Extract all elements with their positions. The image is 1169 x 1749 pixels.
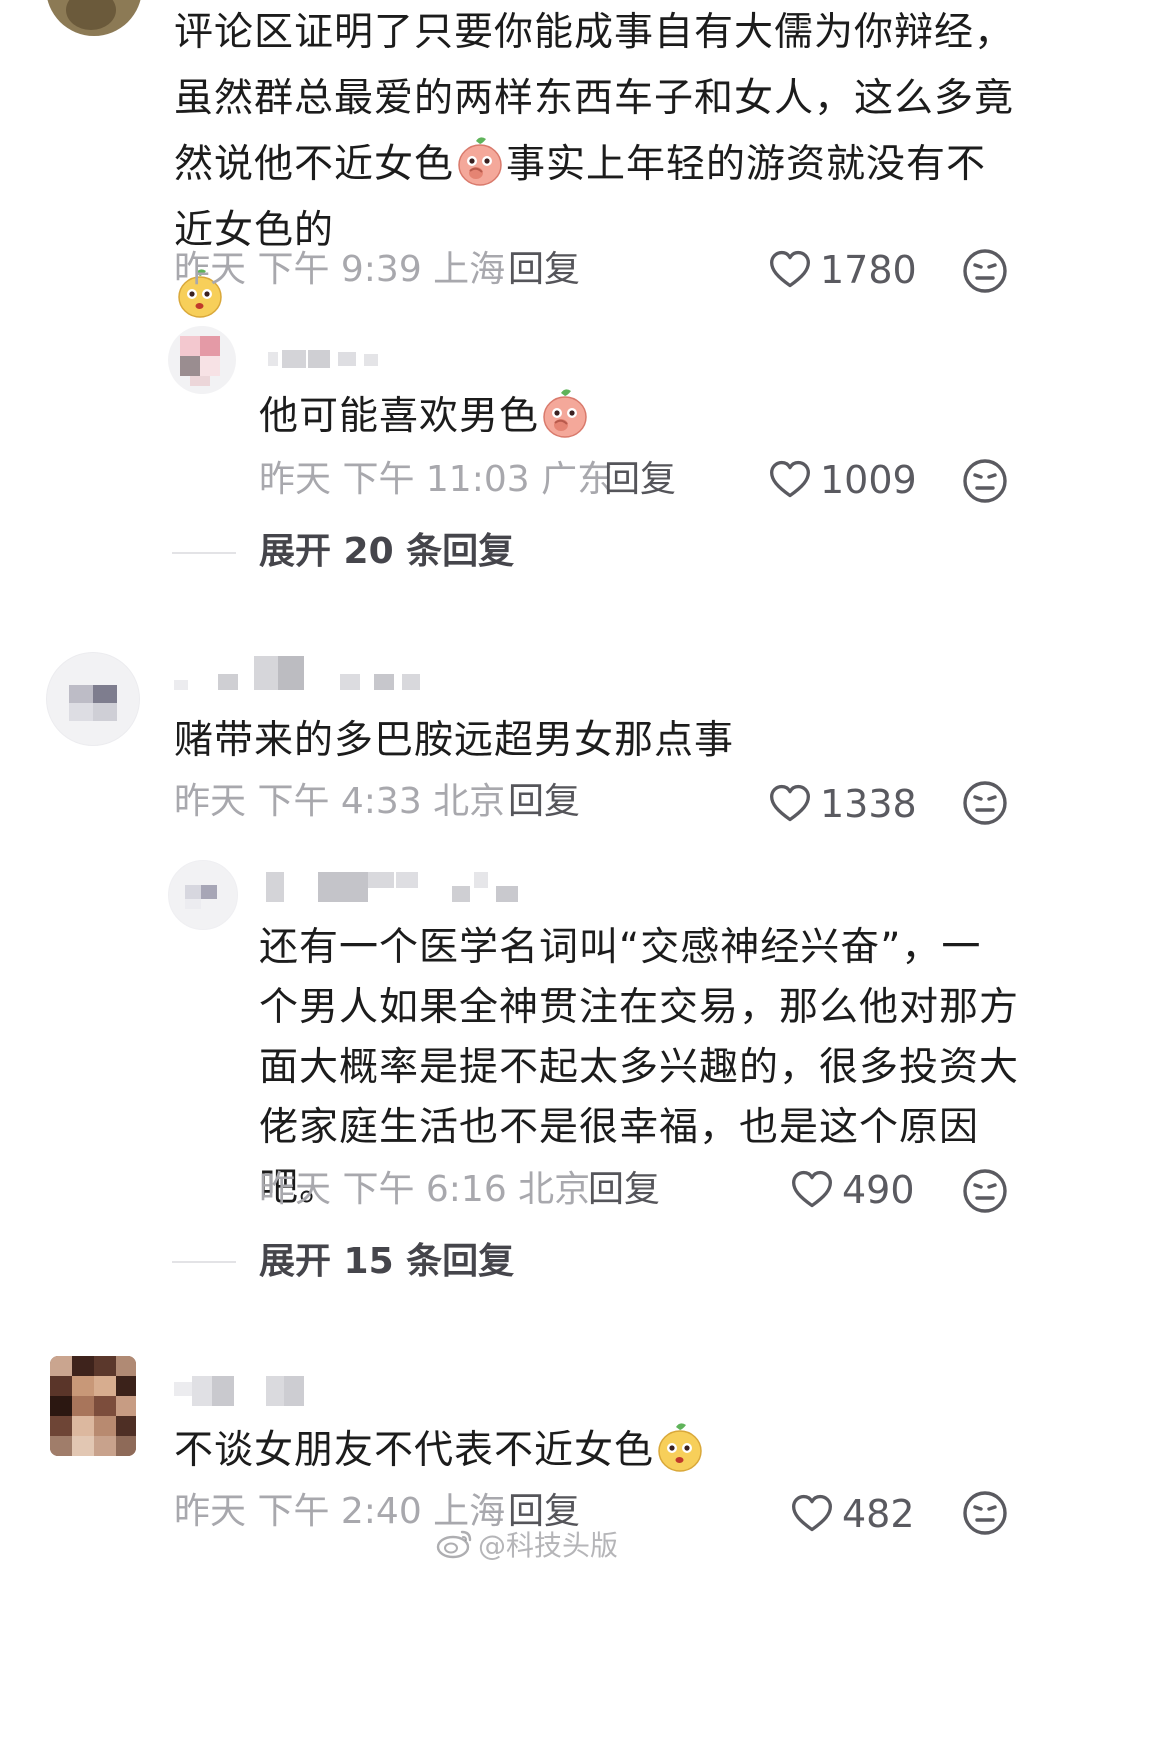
meh-face-icon[interactable] xyxy=(962,248,1008,294)
username-blurred[interactable] xyxy=(174,1372,304,1410)
reply-text: 他可能喜欢男色 xyxy=(259,384,1019,450)
like-button[interactable]: 1338 xyxy=(768,780,917,828)
yellow-peach-emoji xyxy=(656,1421,704,1473)
reply-meta: 昨天 下午 6:16 北京 xyxy=(259,1169,591,1210)
like-count: 482 xyxy=(842,1492,915,1536)
weibo-logo-icon xyxy=(436,1530,472,1559)
comment-text: 赌带来的多巴胺远超男女那点事 xyxy=(174,718,735,763)
meh-face-icon[interactable] xyxy=(962,1168,1008,1214)
shy-peach-emoji xyxy=(456,135,504,187)
avatar[interactable] xyxy=(46,652,140,746)
heart-icon xyxy=(768,248,812,292)
heart-icon xyxy=(790,1492,834,1536)
like-button[interactable]: 1780 xyxy=(768,246,917,294)
heart-icon xyxy=(790,1168,834,1212)
like-count: 1009 xyxy=(820,458,917,502)
like-count: 490 xyxy=(842,1168,915,1212)
like-button[interactable]: 482 xyxy=(790,1490,915,1538)
avatar[interactable] xyxy=(168,326,236,394)
expand-replies-button[interactable]: 展开 20 条回复 xyxy=(259,530,514,574)
shy-peach-emoji xyxy=(541,387,589,439)
reply-button[interactable]: 回复 xyxy=(508,248,580,292)
meh-face-icon[interactable] xyxy=(962,1490,1008,1536)
like-count: 1338 xyxy=(820,782,917,826)
comment-text: 不谈女朋友不代表不近女色 xyxy=(174,1418,1014,1484)
comment-meta: 昨天 下午 4:33 北京 xyxy=(174,781,506,822)
username-blurred[interactable] xyxy=(266,870,526,906)
username-blurred[interactable] xyxy=(268,344,378,376)
watermark: @科技头版 xyxy=(436,1524,618,1564)
reply-button[interactable]: 回复 xyxy=(588,1168,660,1212)
meh-face-icon[interactable] xyxy=(962,780,1008,826)
reply-text-main: 他可能喜欢男色 xyxy=(259,394,540,439)
reply-button[interactable]: 回复 xyxy=(604,458,676,502)
watermark-text: @科技头版 xyxy=(478,1529,619,1562)
comment-text-main: 不谈女朋友不代表不近女色 xyxy=(174,1428,655,1473)
meh-face-icon[interactable] xyxy=(962,458,1008,504)
avatar[interactable] xyxy=(168,860,238,930)
reply-button[interactable]: 回复 xyxy=(508,780,580,824)
username-blurred[interactable] xyxy=(174,656,424,692)
reply-meta: 昨天 下午 11:03 广东 xyxy=(259,459,614,500)
like-button[interactable]: 490 xyxy=(790,1166,915,1214)
comment-meta: 昨天 下午 9:39 上海 xyxy=(174,249,506,290)
avatar[interactable] xyxy=(50,1356,136,1456)
expand-divider xyxy=(172,1261,236,1263)
avatar[interactable] xyxy=(46,0,142,36)
heart-icon xyxy=(768,458,812,502)
like-count: 1780 xyxy=(820,248,917,292)
like-button[interactable]: 1009 xyxy=(768,456,917,504)
expand-divider xyxy=(172,552,236,554)
heart-icon xyxy=(768,782,812,826)
expand-replies-button[interactable]: 展开 15 条回复 xyxy=(259,1240,514,1284)
